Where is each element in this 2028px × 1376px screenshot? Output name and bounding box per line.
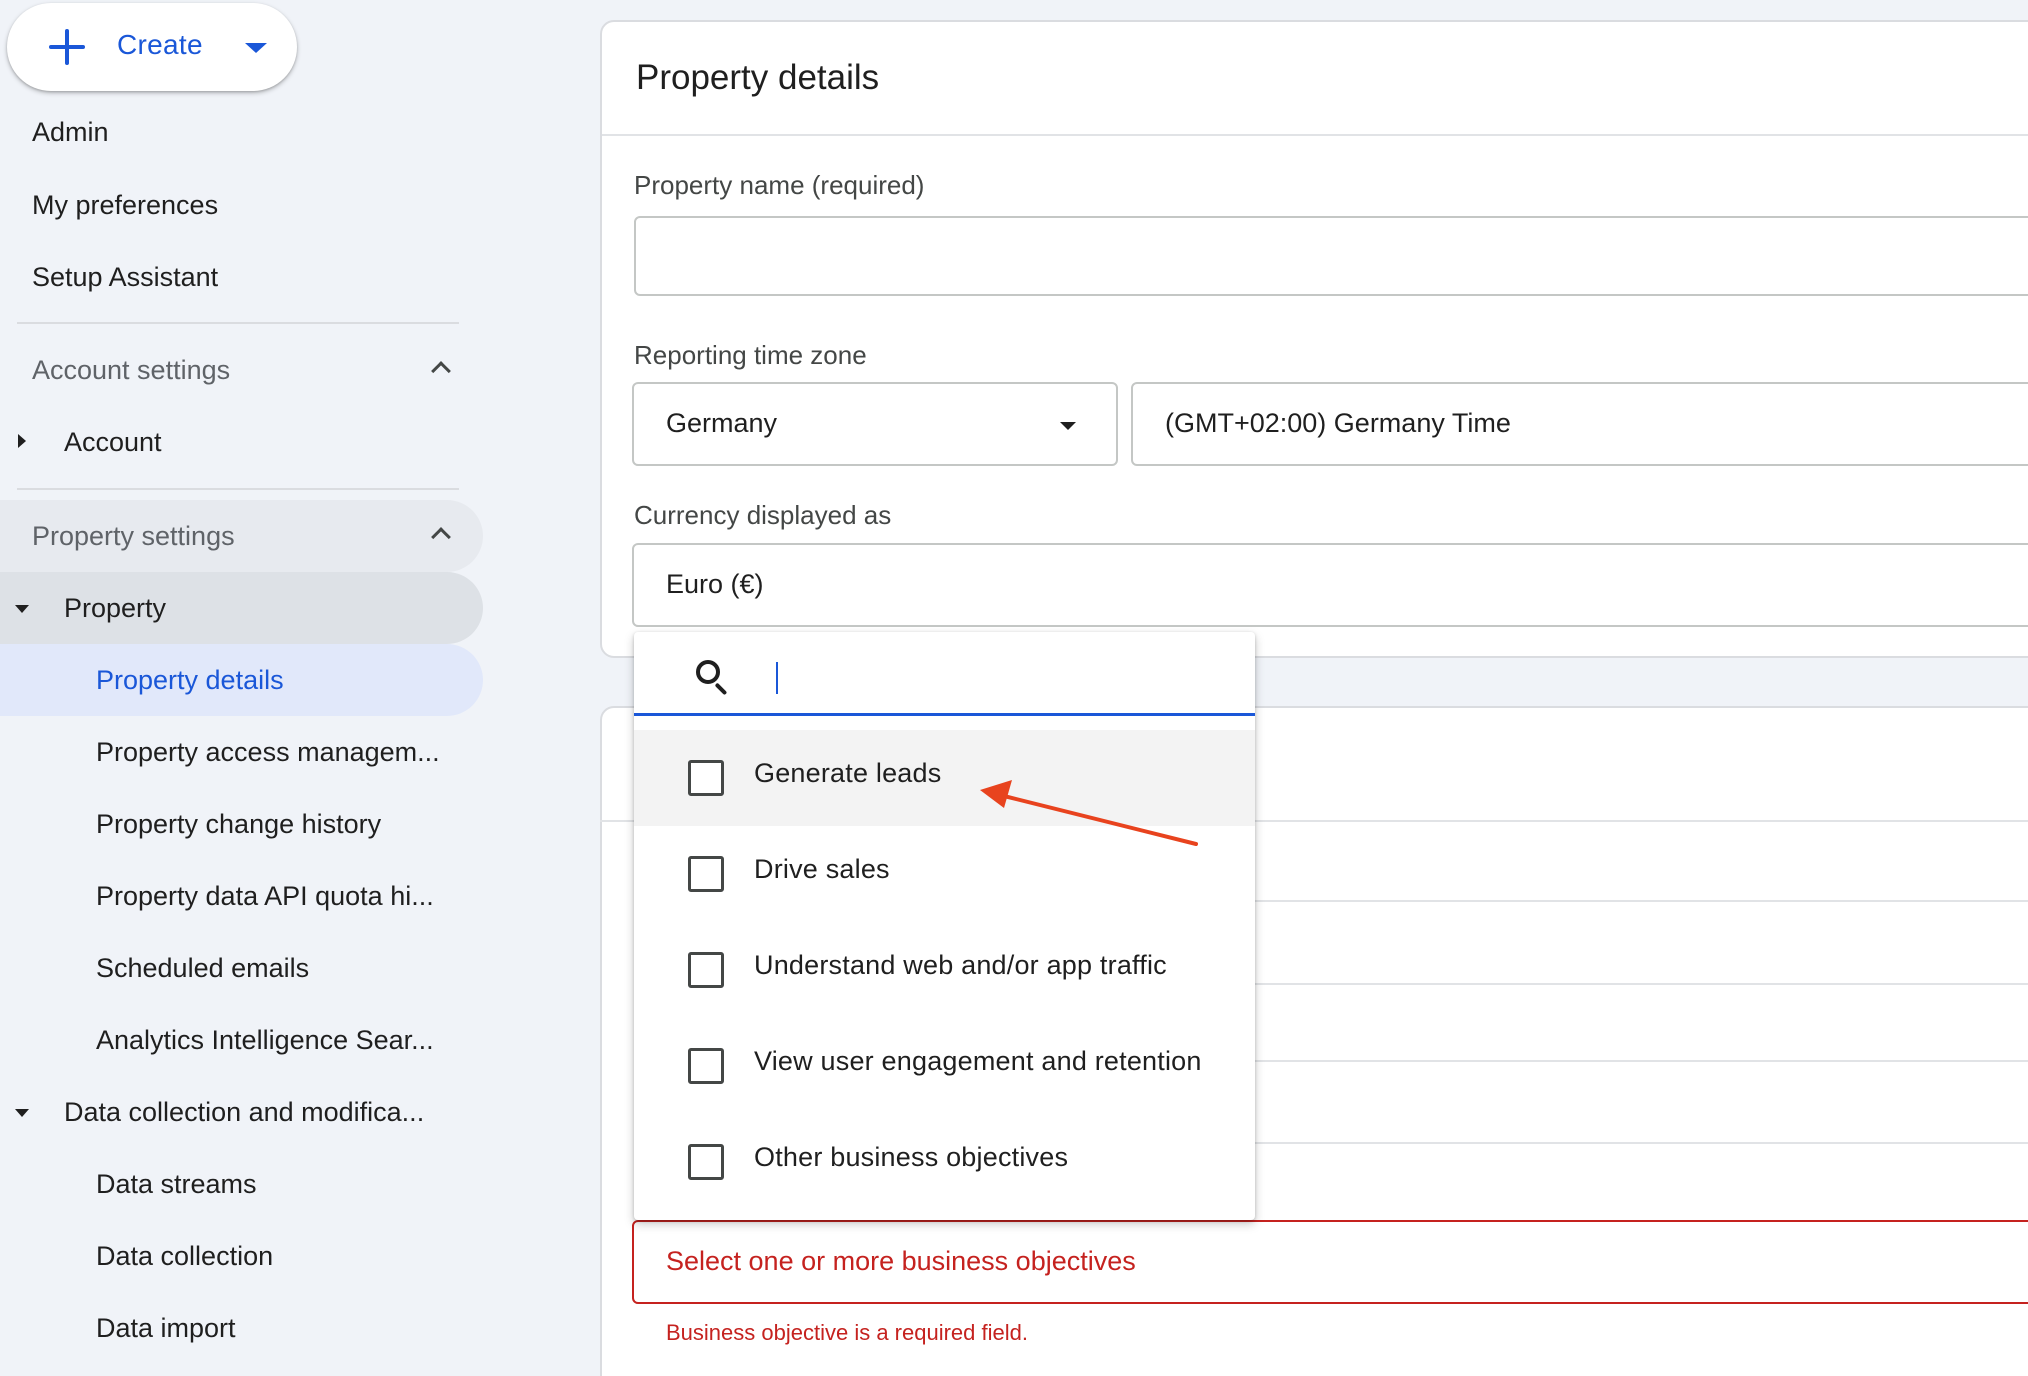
checkbox[interactable] [688,760,724,796]
sidebar-section-property-settings[interactable]: Property settings [32,516,235,556]
time-zone-country-value: Germany [666,408,778,438]
card-divider [602,134,2028,136]
dropdown-search [634,632,1255,716]
sidebar-divider [17,322,459,324]
checkbox[interactable] [688,952,724,988]
create-button[interactable]: Create [7,3,297,91]
currency-select[interactable]: Euro (€) [632,543,2028,627]
checkbox[interactable] [688,856,724,892]
option-label: Generate leads [754,758,942,788]
time-zone-country-select[interactable]: Germany [632,382,1118,466]
business-objectives-error: Business objective is a required field. [666,1320,1028,1345]
plus-icon [49,29,85,65]
business-objectives-placeholder: Select one or more business objectives [666,1246,1136,1276]
field-border [1255,983,2028,985]
collapse-arrow-icon[interactable] [15,1109,29,1117]
checkbox[interactable] [688,1144,724,1180]
option-generate-leads[interactable]: Generate leads [634,730,1255,826]
sidebar-divider [17,488,459,490]
checkbox[interactable] [688,1048,724,1084]
caret-down-icon [1060,422,1076,430]
option-other-objectives[interactable]: Other business objectives [634,1114,1255,1210]
field-border [1255,1060,2028,1062]
search-icon [696,660,730,696]
property-name-input[interactable] [634,216,2028,296]
sidebar-item-property-change-history[interactable]: Property change history [96,804,381,844]
business-objectives-select[interactable]: Select one or more business objectives [632,1220,2028,1304]
sidebar-section-account-settings[interactable]: Account settings [32,350,230,390]
sidebar-item-data-collection[interactable]: Data collection [96,1236,273,1276]
chevron-up-icon[interactable] [431,361,451,381]
sidebar-item-setup-assistant[interactable]: Setup Assistant [32,257,218,297]
sidebar-item-admin[interactable]: Admin [32,112,109,152]
sidebar-item-account[interactable]: Account [64,422,162,462]
sidebar: Create Admin My preferences Setup Assist… [0,0,500,1376]
sidebar-item-scheduled-emails[interactable]: Scheduled emails [96,948,309,988]
search-underline [634,713,1255,716]
time-zone-value: (GMT+02:00) Germany Time [1165,408,1511,438]
option-view-engagement[interactable]: View user engagement and retention [634,1018,1255,1114]
sidebar-item-property-details[interactable]: Property details [96,660,284,700]
dropdown-search-input[interactable] [778,650,1218,702]
sidebar-item-data-streams[interactable]: Data streams [96,1164,257,1204]
option-understand-traffic[interactable]: Understand web and/or app traffic [634,922,1255,1018]
sidebar-item-data-collection-modification[interactable]: Data collection and modifica... [64,1092,424,1132]
field-border [1255,1142,2028,1144]
option-label: View user engagement and retention [754,1046,1202,1076]
create-button-label: Create [117,29,203,60]
option-label: Drive sales [754,854,890,884]
property-name-label: Property name (required) [634,170,925,200]
expand-arrow-icon[interactable] [18,434,26,448]
reporting-time-zone-label: Reporting time zone [634,340,867,370]
option-label: Understand web and/or app traffic [754,950,1167,980]
field-border [1255,900,2028,902]
option-drive-sales[interactable]: Drive sales [634,826,1255,922]
caret-down-icon[interactable] [245,43,267,53]
time-zone-select[interactable]: (GMT+02:00) Germany Time [1131,382,2028,466]
sidebar-item-data-import[interactable]: Data import [96,1308,236,1348]
sidebar-item-property-access-management[interactable]: Property access managem... [96,732,440,772]
sidebar-item-property-data-api-quota[interactable]: Property data API quota hi... [96,876,434,916]
collapse-arrow-icon[interactable] [15,605,29,613]
sidebar-item-analytics-intelligence[interactable]: Analytics Intelligence Sear... [96,1020,434,1060]
sidebar-item-my-preferences[interactable]: My preferences [32,185,218,225]
sidebar-item-property[interactable]: Property [64,588,166,628]
business-objectives-dropdown: Generate leads Drive sales Understand we… [634,632,1255,1220]
currency-label: Currency displayed as [634,500,892,530]
currency-value: Euro (€) [666,569,764,599]
analytics-admin-screen: Create Admin My preferences Setup Assist… [0,0,2028,1376]
option-label: Other business objectives [754,1142,1069,1172]
page-title: Property details [636,58,880,97]
